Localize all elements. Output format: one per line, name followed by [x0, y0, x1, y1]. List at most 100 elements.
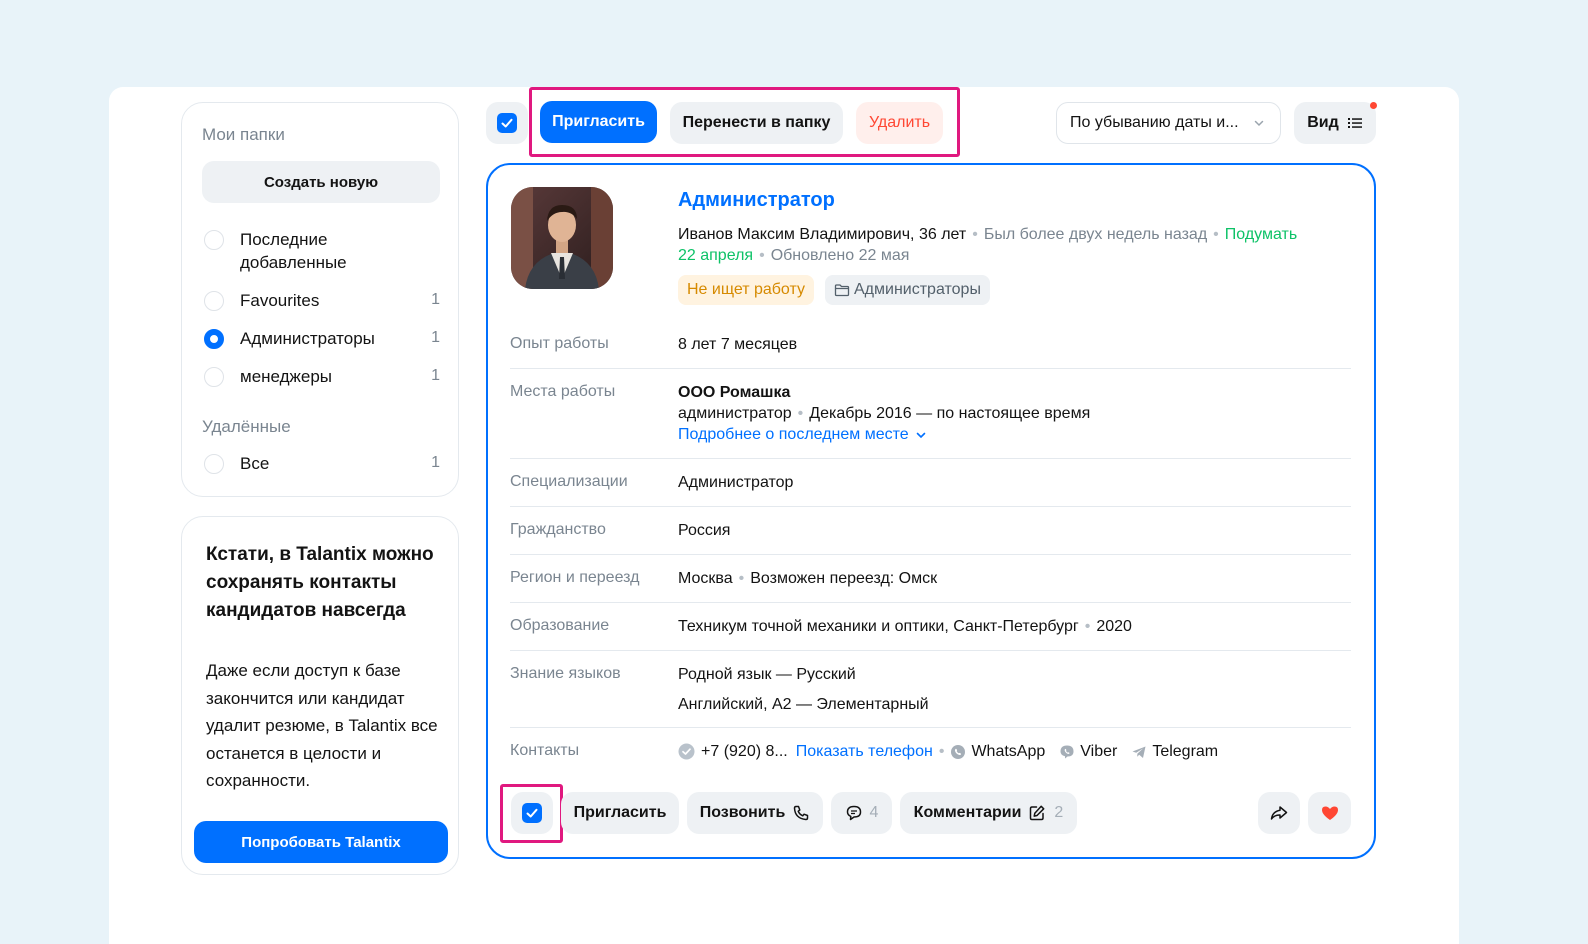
folder-label: Последние добавленные	[240, 230, 347, 272]
share-arrow-icon	[1270, 806, 1288, 820]
phone-contact: +7 (920) 8...	[678, 741, 788, 762]
phone-icon	[794, 805, 809, 821]
folder-item-deleted-all[interactable]: Все 1	[204, 452, 440, 475]
promo-heading: Кстати, в Talantix можно сохранять конта…	[206, 544, 434, 621]
folder-tag-label: Администраторы	[854, 281, 981, 298]
checkbox-checked	[522, 803, 542, 823]
notification-dot	[1370, 102, 1377, 109]
promo-body: Даже если доступ к базе закончится или к…	[206, 661, 438, 790]
divider	[510, 368, 1351, 369]
jobs-label: Места работы	[510, 383, 616, 400]
folder-item-favourites[interactable]: Favourites 1	[204, 289, 440, 312]
divider	[510, 458, 1351, 459]
create-folder-button[interactable]: Создать новую	[202, 161, 440, 203]
verified-icon	[678, 743, 695, 760]
whatsapp-label: WhatsApp	[971, 743, 1046, 760]
messages-button[interactable]: 4	[831, 792, 892, 834]
updated-date: Обновлено 22 мая	[770, 247, 910, 264]
favorite-button[interactable]	[1308, 792, 1351, 834]
chat-icon	[846, 805, 861, 821]
radio-button[interactable]	[204, 367, 224, 387]
show-phone-link[interactable]: Показать телефон	[796, 741, 933, 762]
folder-item-administrators[interactable]: Администраторы 1	[204, 327, 440, 350]
comments-label: Комментарии	[913, 804, 1022, 821]
share-button[interactable]	[1258, 792, 1300, 834]
think-date[interactable]: 22 апреля	[678, 247, 753, 264]
chevron-down-icon	[916, 432, 925, 438]
think-link[interactable]: Подумать	[1225, 226, 1297, 243]
viber-label: Viber	[1080, 743, 1118, 760]
check-icon	[501, 118, 513, 128]
try-talantix-button[interactable]: Попробовать Talantix	[194, 821, 448, 863]
delete-button[interactable]: Удалить	[856, 102, 943, 144]
job-search-status-badge: Не ищет работу	[678, 275, 814, 305]
sort-value: По убыванию даты и...	[1070, 114, 1239, 131]
divider	[510, 506, 1351, 507]
contacts-label: Контакты	[510, 742, 580, 759]
folder-label: менеджеры	[240, 367, 333, 386]
more-about-last-job-link[interactable]: Подробнее о последнем месте	[678, 424, 928, 445]
education-institution: Техникум точной механики и оптики, Санкт…	[678, 618, 1079, 635]
phone-number: +7 (920) 8...	[701, 743, 788, 760]
specialization-value: Администратор	[678, 474, 794, 491]
divider	[510, 602, 1351, 603]
experience-label: Опыт работы	[510, 335, 609, 352]
education-label: Образование	[510, 617, 610, 634]
radio-button[interactable]	[204, 291, 224, 311]
last-seen: Был более двух недель назад	[983, 226, 1208, 243]
specialization-label: Специализации	[510, 473, 628, 490]
folder-item-managers[interactable]: менеджеры 1	[204, 365, 440, 388]
folder-tag[interactable]: Администраторы	[825, 275, 990, 305]
comments-count: 2	[1054, 804, 1064, 821]
messages-count: 4	[869, 804, 879, 821]
region-value: Москва • Возможен переезд: Омск	[678, 570, 938, 587]
job-position: администратор	[678, 405, 792, 422]
call-button[interactable]: Позвонить	[687, 792, 823, 834]
invite-selected-button[interactable]: Пригласить	[540, 101, 657, 143]
whatsapp-icon	[951, 744, 966, 759]
folder-icon	[834, 284, 850, 297]
folder-label: Все	[240, 454, 270, 473]
contacts-value: +7 (920) 8... Показать телефон • WhatsAp…	[678, 741, 1218, 762]
folder-count: 1	[431, 367, 440, 384]
folders-panel: Мои папки Создать новую Последние добавл…	[181, 102, 459, 497]
language-other: Английский, A2 — Элементарный	[678, 696, 929, 713]
region-city: Москва	[678, 570, 733, 587]
radio-button-selected[interactable]	[204, 329, 224, 349]
education-year: 2020	[1096, 618, 1132, 635]
viber-contact[interactable]: Viber	[1059, 741, 1117, 762]
sort-select[interactable]: По убыванию даты и...	[1056, 102, 1281, 144]
job-position-line: администратор • Декабрь 2016 — по настояще…	[678, 405, 1091, 422]
region-label: Регион и переезд	[510, 569, 640, 586]
check-icon	[526, 808, 538, 818]
folder-count: 1	[431, 454, 440, 471]
languages-label: Знание языков	[510, 665, 621, 682]
divider	[510, 727, 1351, 728]
telegram-contact[interactable]: Telegram	[1131, 741, 1218, 762]
comments-button[interactable]: Комментарии 2	[900, 792, 1077, 834]
select-resume-checkbox[interactable]	[511, 792, 553, 834]
candidate-name-age: Иванов Максим Владимирович, 36 лет	[678, 226, 967, 243]
divider	[510, 554, 1351, 555]
viber-icon	[1060, 745, 1074, 758]
company-name: ООО Ромашка	[678, 384, 791, 401]
move-to-folder-button[interactable]: Перенести в папку	[670, 102, 843, 144]
resume-title[interactable]: Администратор	[678, 189, 835, 212]
whatsapp-contact[interactable]: WhatsApp	[950, 741, 1045, 762]
radio-button[interactable]	[204, 230, 224, 250]
candidate-avatar	[511, 187, 613, 289]
list-icon	[1347, 118, 1362, 128]
citizenship-label: Гражданство	[510, 521, 606, 538]
education-value: Техникум точной механики и оптики, Санкт…	[678, 618, 1132, 635]
select-all-checkbox[interactable]	[486, 102, 528, 144]
folder-label: Favourites	[240, 291, 320, 310]
folder-label: Администраторы	[240, 329, 375, 348]
radio-button[interactable]	[204, 454, 224, 474]
promo-card: Кстати, в Talantix можно сохранять конта…	[181, 516, 459, 875]
deleted-title: Удалённые	[202, 417, 291, 436]
chevron-down-icon	[1254, 120, 1264, 127]
view-button[interactable]: Вид	[1294, 102, 1376, 144]
folder-item-recent[interactable]: Последние добавленные	[204, 228, 440, 274]
folders-title: Мои папки	[202, 125, 285, 144]
invite-button[interactable]: Пригласить	[561, 792, 679, 834]
